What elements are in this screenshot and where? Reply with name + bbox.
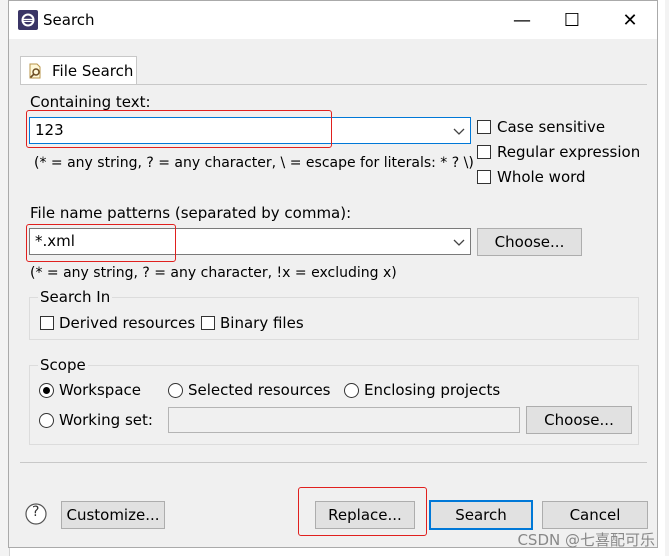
title-bar: Search — ☐ ✕	[9, 1, 657, 39]
maximize-button[interactable]: ☐	[547, 1, 597, 39]
scope-group: Scope Workspace Selected resources Enclo…	[29, 356, 639, 445]
case-sensitive-checkbox[interactable]	[477, 120, 491, 134]
search-in-title: Search In	[38, 288, 113, 306]
regular-expression-label: Regular expression	[497, 143, 641, 161]
chevron-down-icon[interactable]	[452, 232, 466, 252]
eclipse-icon	[18, 10, 38, 30]
workspace-radio[interactable]	[39, 383, 54, 398]
working-set-radio[interactable]	[39, 413, 54, 428]
choose-patterns-button[interactable]: Choose...	[477, 228, 582, 256]
choose-working-set-button[interactable]: Choose...	[526, 406, 632, 434]
chevron-down-icon[interactable]	[452, 121, 466, 141]
binary-files-label: Binary files	[220, 314, 304, 332]
selected-resources-radio[interactable]	[168, 383, 183, 398]
replace-button[interactable]: Replace...	[315, 501, 415, 529]
binary-files-checkbox[interactable]	[201, 316, 215, 330]
minimize-button[interactable]: —	[497, 1, 547, 39]
enclosing-projects-radio[interactable]	[344, 383, 359, 398]
maximize-icon: ☐	[563, 9, 581, 31]
tab-label: File Search	[52, 62, 134, 80]
file-search-icon	[29, 63, 41, 79]
whole-word-label: Whole word	[497, 168, 586, 186]
search-button[interactable]: Search	[429, 500, 533, 530]
scope-title: Scope	[38, 356, 88, 374]
tab-file-search[interactable]: File Search	[20, 56, 137, 85]
close-icon: ✕	[622, 9, 638, 31]
working-set-field[interactable]	[168, 407, 520, 433]
file-name-patterns-hint: (* = any string, ? = any character, !x =…	[30, 265, 397, 281]
derived-resources-checkbox[interactable]	[40, 316, 54, 330]
search-in-group: Search In Derived resources Binary files	[29, 288, 639, 340]
watermark: CSDN @七喜配可乐	[517, 531, 655, 549]
customize-button[interactable]: Customize...	[61, 501, 165, 529]
working-set-label: Working set:	[59, 411, 153, 429]
derived-resources-label: Derived resources	[59, 314, 196, 332]
containing-text-label: Containing text:	[30, 93, 151, 111]
file-search-panel: Containing text: 123 (* = any string, ? …	[20, 84, 647, 456]
file-name-patterns-label: File name patterns (separated by comma):	[30, 204, 352, 222]
selected-resources-label: Selected resources	[188, 381, 331, 399]
help-glyph: ?	[32, 504, 40, 520]
whole-word-checkbox[interactable]	[477, 170, 491, 184]
case-sensitive-label: Case sensitive	[497, 118, 606, 136]
cancel-button[interactable]: Cancel	[542, 501, 648, 529]
workspace-label: Workspace	[59, 381, 141, 399]
footer-separator	[20, 462, 647, 463]
highlight-box-containing	[26, 110, 332, 148]
minimize-icon: —	[513, 9, 531, 31]
background-editor-strip-right	[665, 0, 669, 556]
close-button[interactable]: ✕	[605, 1, 655, 39]
search-dialog: Search — ☐ ✕ File Search Containing text…	[8, 0, 658, 548]
regular-expression-checkbox[interactable]	[477, 145, 491, 159]
enclosing-projects-label: Enclosing projects	[364, 381, 501, 399]
window-title: Search	[43, 11, 95, 29]
containing-text-hint: (* = any string, ? = any character, \ = …	[34, 155, 474, 171]
highlight-box-patterns	[26, 224, 176, 262]
